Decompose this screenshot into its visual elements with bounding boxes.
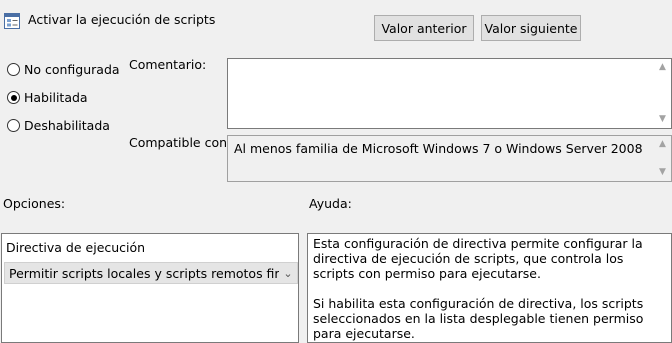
scroll-down-icon[interactable]: ▼ xyxy=(659,111,666,128)
scroll-up-icon[interactable]: ▲ xyxy=(659,59,666,76)
radio-not-configured[interactable]: No configurada xyxy=(7,62,120,77)
radio-button[interactable] xyxy=(7,119,20,132)
compatible-scrollbar[interactable]: ▲ ▼ xyxy=(654,136,671,181)
options-panel: Directiva de ejecución Permitir scripts … xyxy=(1,233,299,343)
radio-label: Deshabilitada xyxy=(24,118,110,133)
options-heading: Opciones: xyxy=(3,196,66,211)
compatible-textbox[interactable]: Al menos familia de Microsoft Windows 7 … xyxy=(227,135,672,182)
compatible-label: Compatible con: xyxy=(129,135,232,150)
help-heading: Ayuda: xyxy=(309,196,352,211)
dialog-title: Activar la ejecución de scripts xyxy=(28,12,216,27)
radio-button[interactable] xyxy=(7,63,20,76)
help-panel: Esta configuración de directiva permite … xyxy=(307,233,672,343)
dropdown-selected-value: Permitir scripts locales y scripts remot… xyxy=(9,265,279,281)
help-paragraph: Si habilita esta configuración de direct… xyxy=(313,296,644,341)
help-paragraph: Esta configuración de directiva permite … xyxy=(313,236,643,281)
comment-textarea[interactable]: ▲ ▼ xyxy=(227,58,672,129)
scroll-down-icon[interactable]: ▼ xyxy=(659,164,666,181)
comment-label: Comentario: xyxy=(129,57,207,72)
comment-scrollbar[interactable]: ▲ ▼ xyxy=(654,59,671,128)
radio-enabled[interactable]: Habilitada xyxy=(7,90,88,105)
radio-label: Habilitada xyxy=(24,90,88,105)
execution-policy-label: Directiva de ejecución xyxy=(6,240,146,255)
chevron-down-icon[interactable]: ⌄ xyxy=(279,267,297,280)
radio-button[interactable] xyxy=(7,91,20,104)
policy-settings-icon xyxy=(4,13,20,29)
execution-policy-dropdown[interactable]: Permitir scripts locales y scripts remot… xyxy=(4,262,298,284)
radio-disabled[interactable]: Deshabilitada xyxy=(7,118,110,133)
compatible-value: Al menos familia de Microsoft Windows 7 … xyxy=(234,141,643,156)
previous-setting-button[interactable]: Valor anterior xyxy=(374,15,474,41)
scroll-up-icon[interactable]: ▲ xyxy=(659,136,666,153)
next-setting-button[interactable]: Valor siguiente xyxy=(481,15,581,41)
radio-label: No configurada xyxy=(24,62,120,77)
